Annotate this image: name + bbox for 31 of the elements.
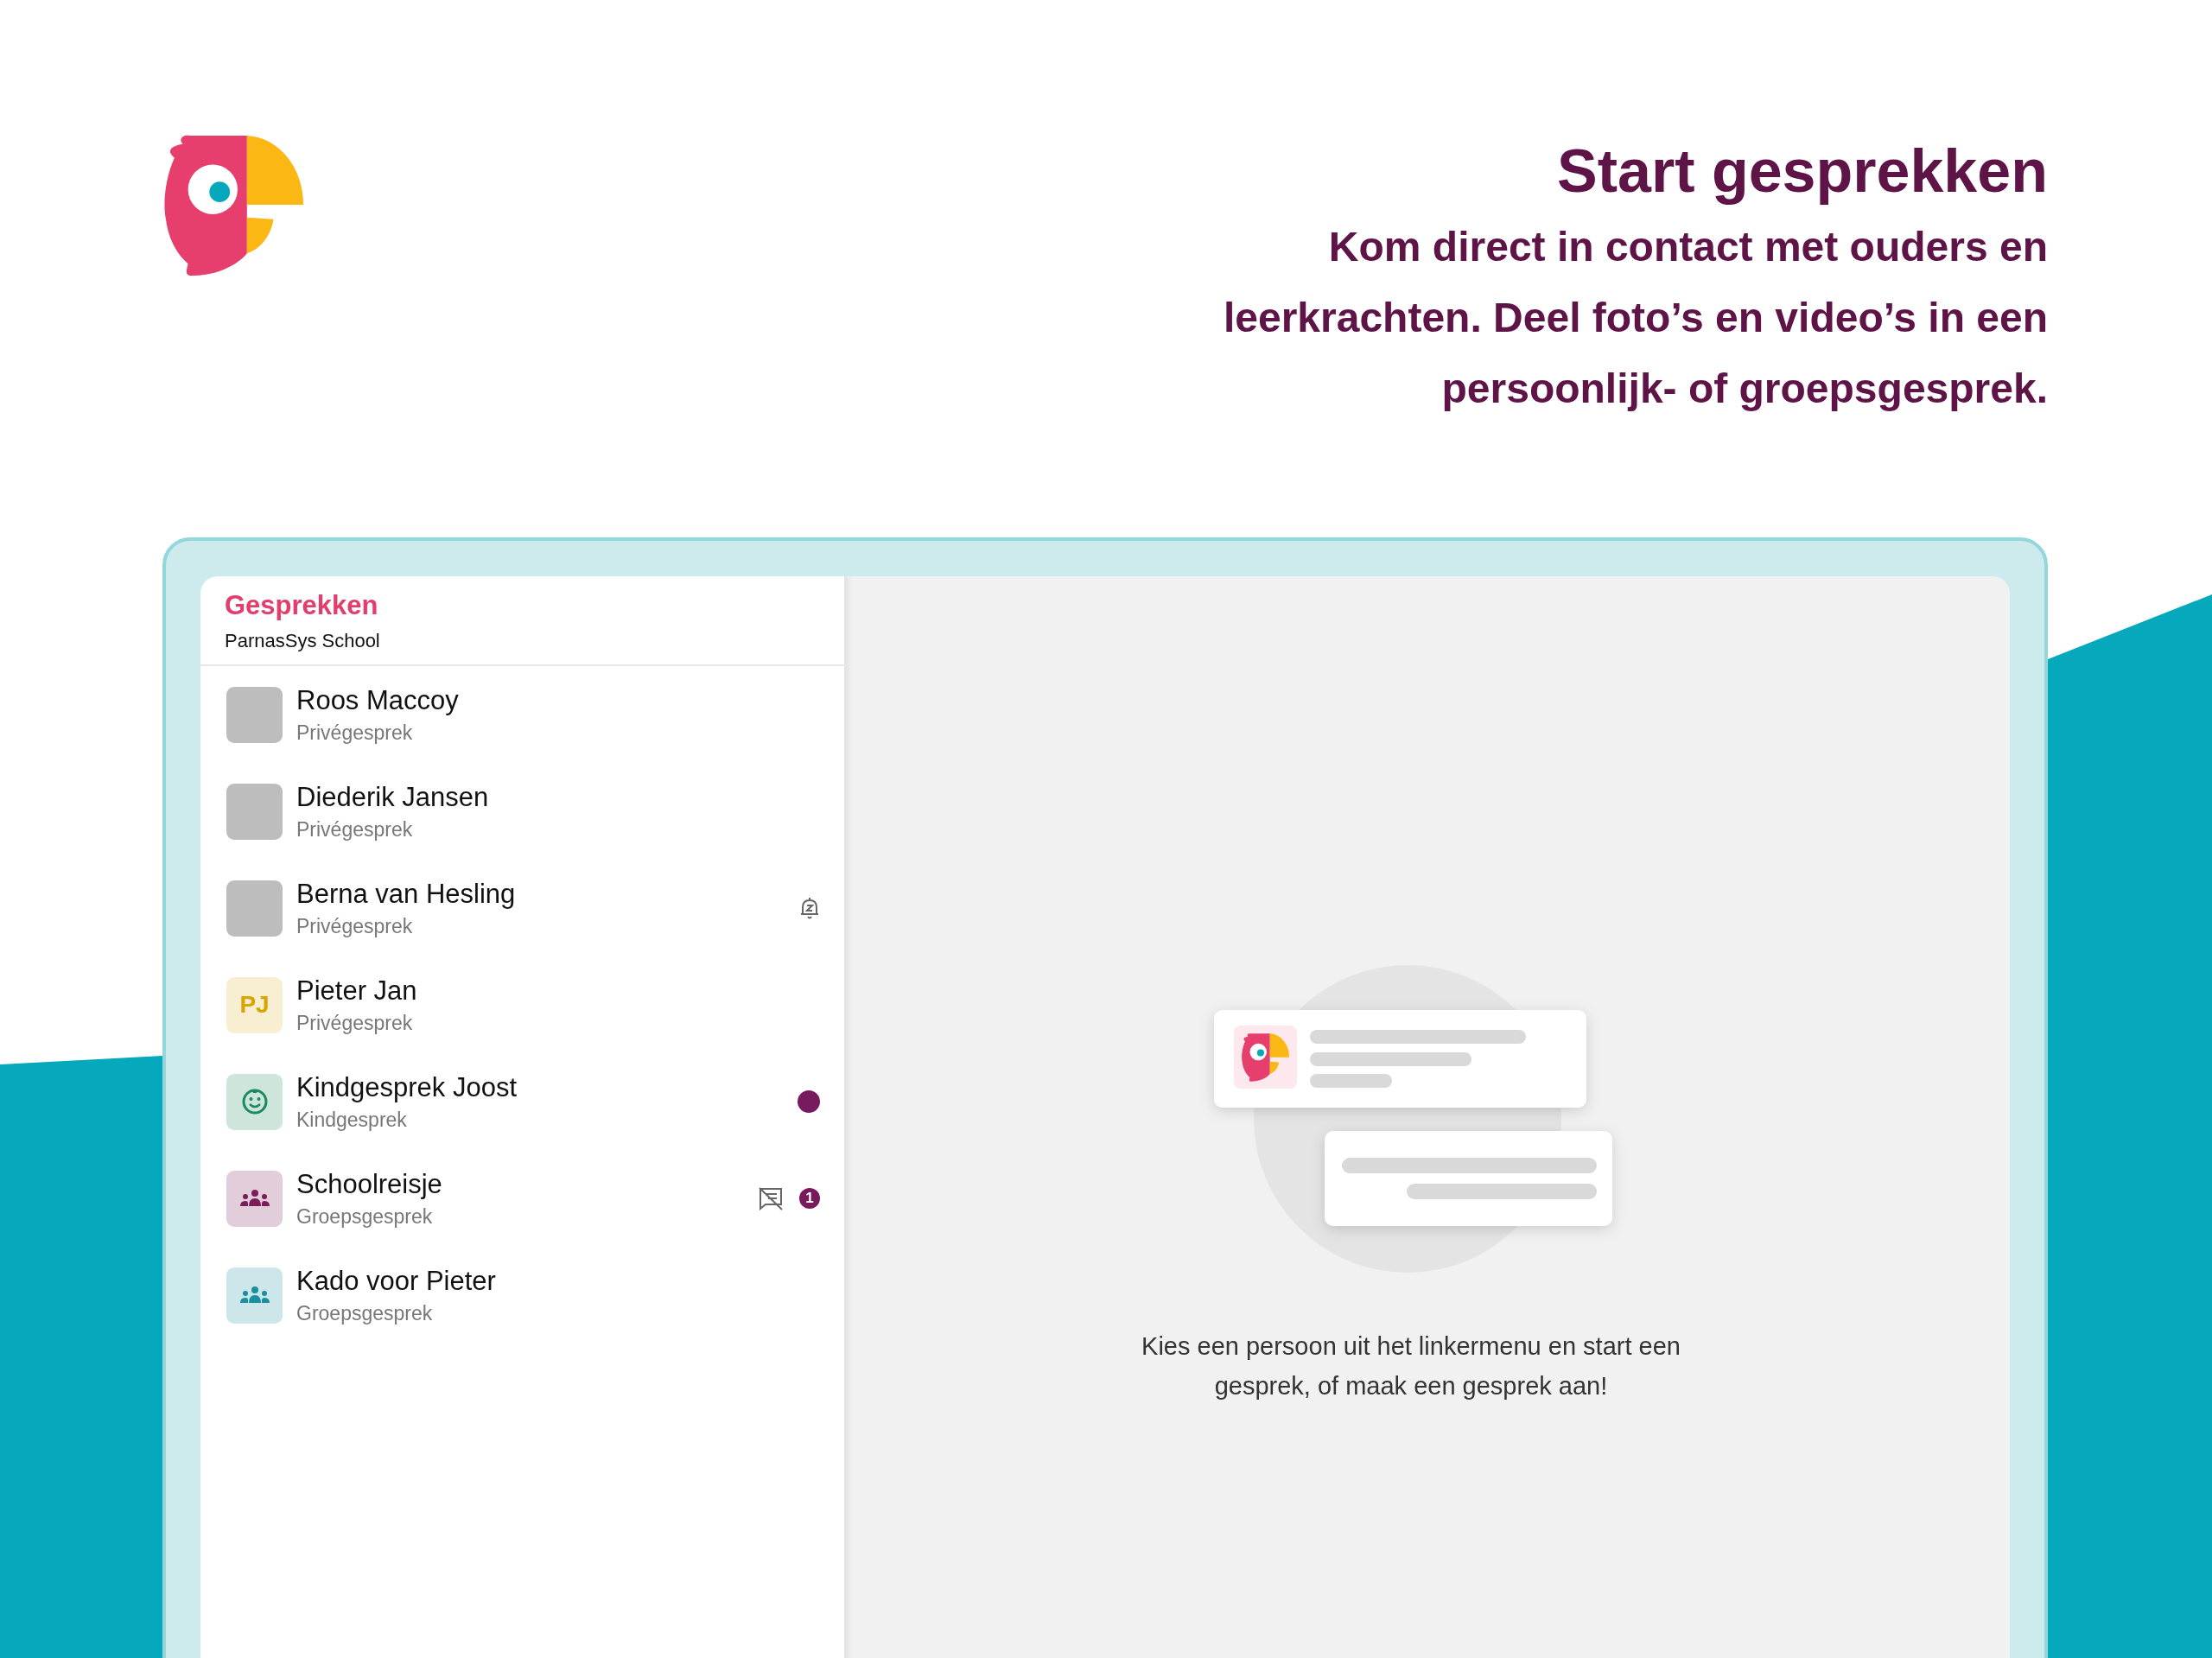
page-subtitle: Kom direct in contact met ouders en leerkrachten. Deel foto’s en video’s in een persoonlijk- of groepsgesprek. (1223, 223, 2048, 413)
conversation-item[interactable]: Roos Maccoy Privégesprek (200, 666, 844, 763)
contact-name: Berna van Hesling (296, 878, 517, 910)
conversation-type: Kindgesprek (296, 1108, 408, 1132)
contact-name: Diederik Jansen (296, 781, 490, 813)
contact-name: Roos Maccoy (296, 684, 460, 716)
contact-name: Pieter Jan (296, 975, 418, 1007)
conversation-item[interactable]: Schoolreisje Groepsgesprek 1 (200, 1150, 844, 1247)
avatar-photo-placeholder (226, 686, 283, 743)
conversation-item[interactable]: Kado voor Pieter Groepsgesprek (200, 1247, 844, 1344)
empty-state-message: Kies een persoon uit het linkermenu en start een gesprek, of maak een gesprek aan! (1141, 1331, 1681, 1401)
conversation-type: Groepsgesprek (296, 1301, 434, 1325)
conversation-type: Privégesprek (296, 721, 414, 745)
conversation-item[interactable]: PJ Pieter Jan Privégesprek (200, 956, 844, 1053)
conversation-item[interactable]: Diederik Jansen Privégesprek (200, 763, 844, 860)
avatar-photo-placeholder (226, 783, 283, 840)
initials-avatar: PJ (226, 976, 283, 1033)
contact-name: Kindgesprek Joost (296, 1071, 518, 1103)
conversation-type: Groepsgesprek (296, 1204, 434, 1229)
contact-name: Schoolreisje (296, 1168, 443, 1200)
conversation-type: Privégesprek (296, 914, 414, 938)
sidebar-title: Gesprekken (225, 590, 379, 621)
unread-count-badge: 1 (799, 1188, 820, 1209)
conversation-type: Privégesprek (296, 817, 414, 842)
contact-name: Kado voor Pieter (296, 1265, 497, 1297)
school-name: ParnasSys School (225, 630, 381, 652)
conversation-item[interactable]: Berna van Hesling Privégesprek (200, 860, 844, 956)
conversation-item[interactable]: Kindgesprek Joost Kindgesprek (200, 1053, 844, 1150)
conversation-type: Privégesprek (296, 1011, 414, 1035)
avatar-photo-placeholder (226, 880, 283, 937)
page-title: Start gesprekken (1555, 138, 2048, 205)
